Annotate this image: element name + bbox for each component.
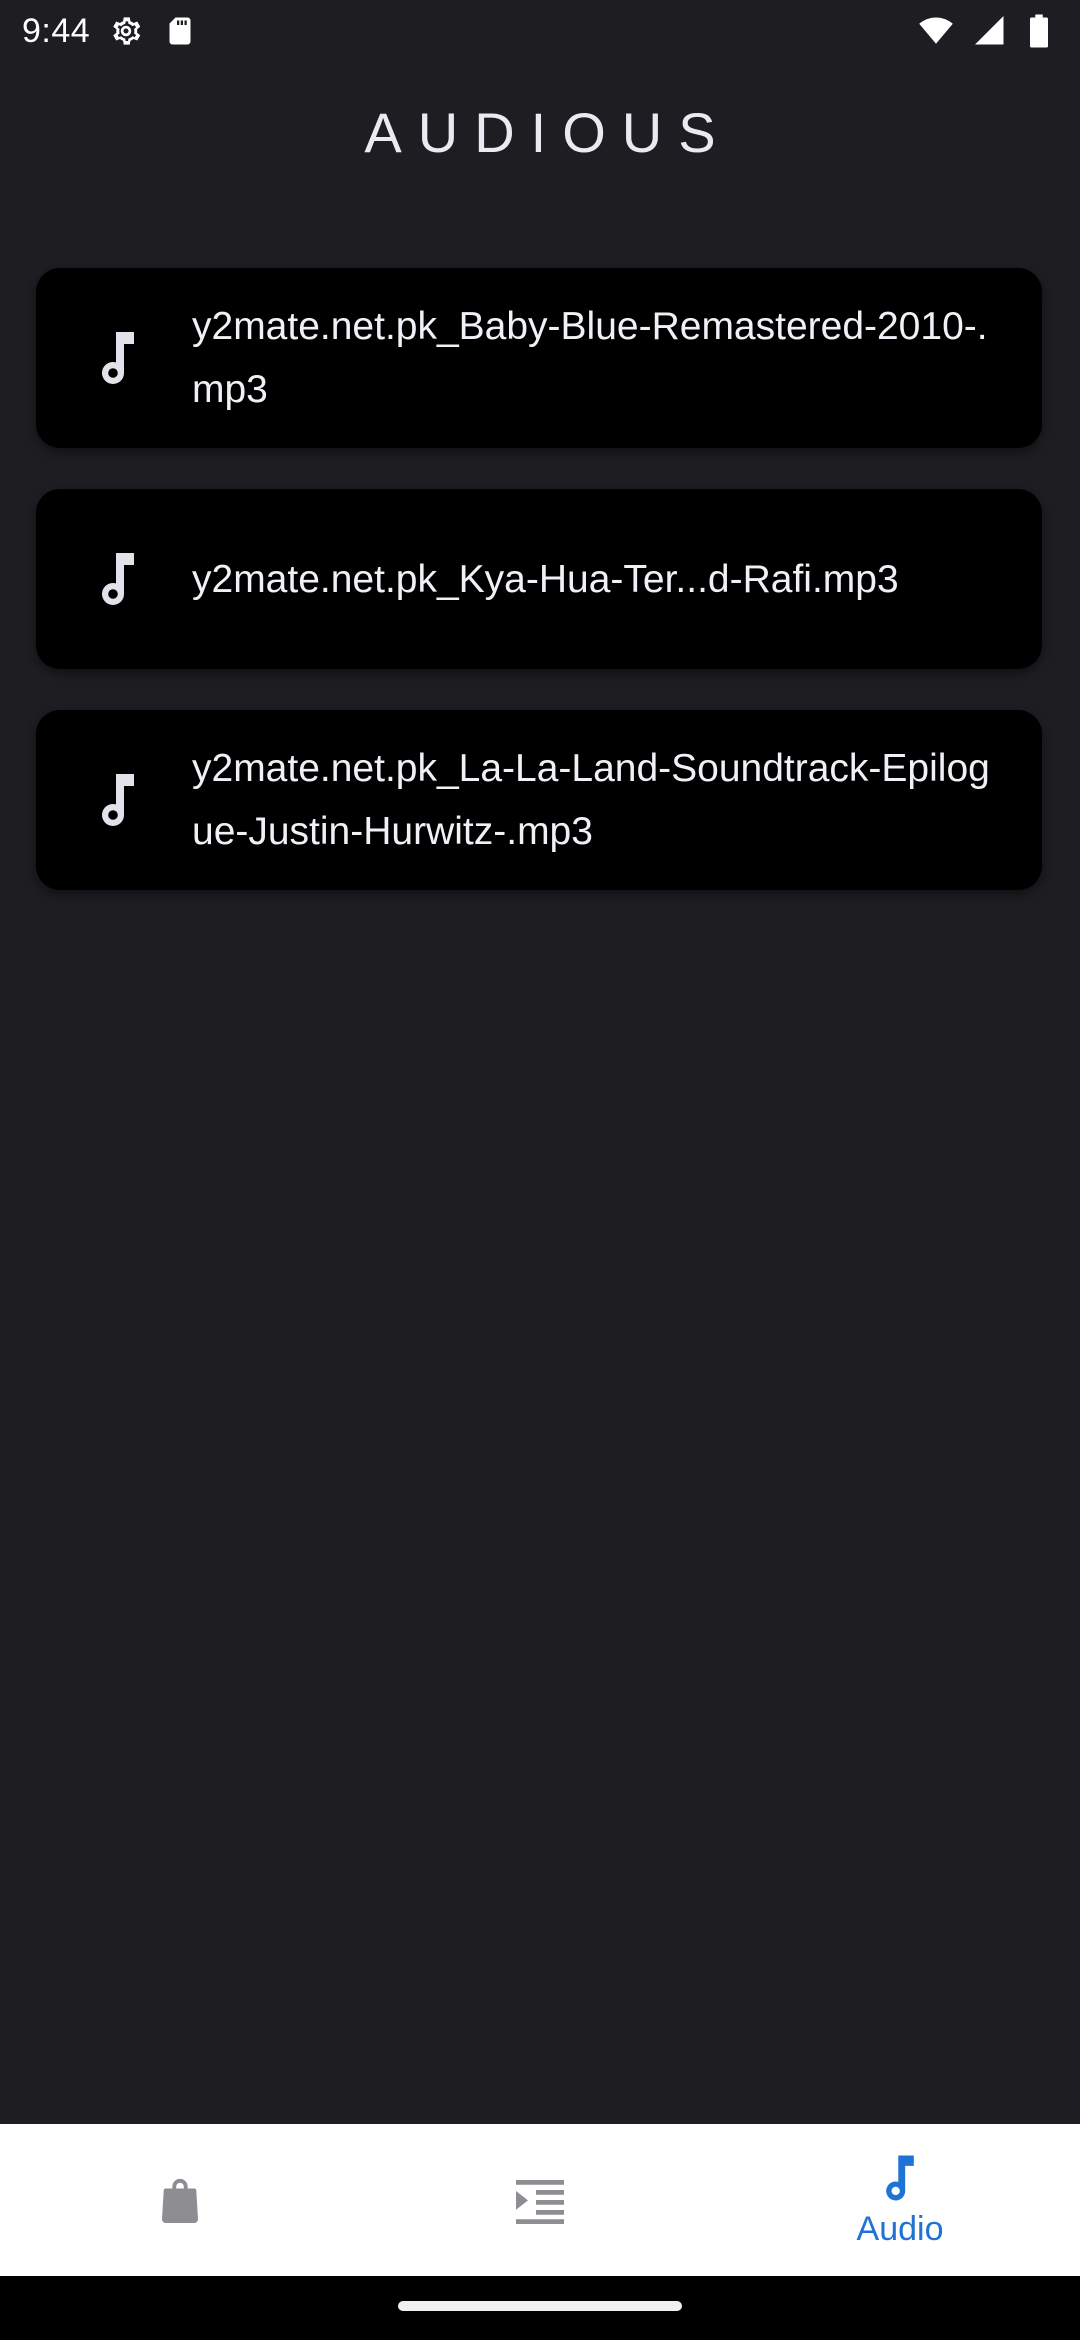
signal-icon (972, 13, 1008, 49)
nav-item-audio[interactable]: Audio (720, 2124, 1080, 2276)
music-note-icon (881, 2152, 919, 2204)
gesture-bar (0, 2276, 1080, 2340)
bottom-nav: Audio (0, 2124, 1080, 2276)
status-left: 9:44 (22, 12, 198, 51)
audio-file-name: y2mate.net.pk_Baby-Blue-Remastered-2010-… (192, 305, 988, 411)
nav-label-audio: Audio (856, 2209, 944, 2248)
sd-card-icon (162, 13, 198, 49)
audio-list-item[interactable]: y2mate.net.pk_Kya-Hua-Ter...d-Rafi.mp3 (36, 489, 1042, 669)
audio-file-name: y2mate.net.pk_Kya-Hua-Ter...d-Rafi.mp3 (192, 557, 899, 601)
app-title: AUDIOUS (364, 101, 732, 164)
settings-icon (108, 13, 144, 49)
indent-list-icon (514, 2175, 566, 2225)
audio-list-item[interactable]: y2mate.net.pk_La-La-Land-Soundtrack-Epil… (36, 710, 1042, 890)
shopping-bag-icon (157, 2175, 203, 2225)
audio-list-item[interactable]: y2mate.net.pk_Baby-Blue-Remastered-2010-… (36, 268, 1042, 448)
music-note-icon (96, 770, 180, 830)
wifi-icon (918, 13, 954, 49)
nav-item-list[interactable] (360, 2124, 720, 2276)
status-bar: 9:44 (0, 0, 1080, 62)
music-note-icon (96, 328, 180, 388)
audio-list: y2mate.net.pk_Baby-Blue-Remastered-2010-… (36, 268, 1042, 931)
nav-item-shop[interactable] (0, 2124, 360, 2276)
status-time: 9:44 (22, 11, 91, 50)
audio-file-name: y2mate.net.pk_La-La-Land-Soundtrack-Epil… (192, 747, 990, 853)
battery-icon (1026, 13, 1052, 49)
home-gesture-handle[interactable] (398, 2301, 682, 2311)
music-note-icon (96, 549, 180, 609)
app-screen: 9:44 AUDIOUS y2mate.net.pk_Baby-Blue-Rem… (0, 0, 1080, 2340)
status-right (918, 13, 1052, 49)
